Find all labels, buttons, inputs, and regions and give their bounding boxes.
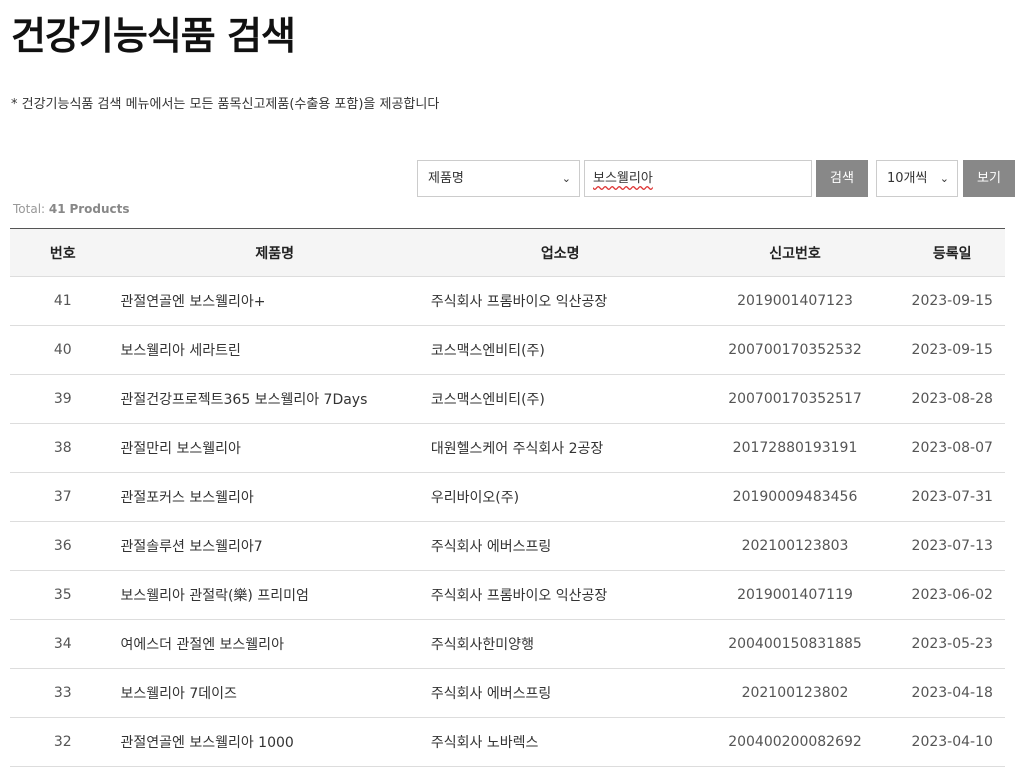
table-row[interactable]: 41 관절연골엔 보스웰리아+ 주식회사 프롬바이오 익산공장 20190014… — [10, 276, 1005, 326]
product-name-link[interactable]: 관절만리 보스웰리아 — [115, 423, 430, 473]
row-number: 32 — [10, 717, 116, 767]
report-number: 2019001407123 — [690, 276, 900, 326]
table-row[interactable]: 35 보스웰리아 관절락(樂) 프리미엄 주식회사 프롬바이오 익산공장 201… — [10, 570, 1005, 620]
search-field-select[interactable]: 제품명 ⌄ — [417, 160, 580, 197]
table-row[interactable]: 38 관절만리 보스웰리아 대원헬스케어 주식회사 2공장 2017288019… — [10, 423, 1005, 473]
company-name: 주식회사 에버스프링 — [429, 668, 691, 718]
reg-date: 2023-09-15 — [899, 325, 1005, 375]
report-number: 202100123802 — [690, 668, 900, 718]
company-name: 주식회사 프롬바이오 익산공장 — [429, 276, 691, 326]
total-count: Total: 41 Products — [13, 202, 130, 216]
row-number: 39 — [10, 374, 116, 424]
count-select-value: 10개씩 — [887, 171, 928, 186]
company-name: 주식회사 프롬바이오 익산공장 — [429, 570, 691, 620]
notice-text: * 건강기능식품 검색 메뉴에서는 모든 품목신고제품(수출용 포함)을 제공합… — [11, 97, 440, 112]
report-number: 202100123803 — [690, 521, 900, 571]
row-number: 33 — [10, 668, 116, 718]
count-select[interactable]: 10개씩 ⌄ — [876, 160, 958, 197]
results-table: 번호 제품명 업소명 신고번호 등록일 41 관절연골엔 보스웰리아+ 주식회사… — [10, 228, 1005, 767]
reg-date: 2023-04-10 — [899, 717, 1005, 767]
company-name: 코스맥스엔비티(주) — [429, 325, 691, 375]
header-number: 번호 — [10, 228, 116, 277]
company-name: 코스맥스엔비티(주) — [429, 374, 691, 424]
report-number: 200400150831885 — [690, 619, 900, 669]
total-suffix: Products — [69, 202, 130, 216]
chevron-down-icon: ⌄ — [561, 172, 571, 185]
header-report-number: 신고번호 — [690, 228, 900, 277]
total-prefix: Total: — [13, 202, 46, 216]
page-title: 건강기능식품 검색 — [11, 14, 296, 58]
product-name-link[interactable]: 보스웰리아 세라트린 — [115, 325, 430, 375]
report-number: 2019001407119 — [690, 570, 900, 620]
table-header-row: 번호 제품명 업소명 신고번호 등록일 — [10, 228, 1005, 277]
search-input-value: 보스웰리아 — [593, 171, 653, 186]
report-number: 200700170352532 — [690, 325, 900, 375]
reg-date: 2023-04-18 — [899, 668, 1005, 718]
table-row[interactable]: 32 관절연골엔 보스웰리아 1000 주식회사 노바렉스 2004002000… — [10, 717, 1005, 767]
search-field-select-value: 제품명 — [428, 171, 464, 186]
product-name-link[interactable]: 관절포커스 보스웰리아 — [115, 472, 430, 522]
row-number: 38 — [10, 423, 116, 473]
company-name: 주식회사 노바렉스 — [429, 717, 691, 767]
report-number: 20172880193191 — [690, 423, 900, 473]
page: 건강기능식품 검색 * 건강기능식품 검색 메뉴에서는 모든 품목신고제품(수출… — [0, 0, 1029, 772]
row-number: 36 — [10, 521, 116, 571]
product-name-link[interactable]: 관절건강프로젝트365 보스웰리아 7Days — [115, 374, 430, 424]
row-number: 40 — [10, 325, 116, 375]
report-number: 200400200082692 — [690, 717, 900, 767]
company-name: 대원헬스케어 주식회사 2공장 — [429, 423, 691, 473]
report-number: 200700170352517 — [690, 374, 900, 424]
reg-date: 2023-07-13 — [899, 521, 1005, 571]
table-row[interactable]: 36 관절솔루션 보스웰리아7 주식회사 에버스프링 202100123803 … — [10, 521, 1005, 571]
report-number: 20190009483456 — [690, 472, 900, 522]
table-row[interactable]: 37 관절포커스 보스웰리아 우리바이오(주) 20190009483456 2… — [10, 472, 1005, 522]
table-row[interactable]: 40 보스웰리아 세라트린 코스맥스엔비티(주) 200700170352532… — [10, 325, 1005, 375]
table-row[interactable]: 33 보스웰리아 7데이즈 주식회사 에버스프링 202100123802 20… — [10, 668, 1005, 718]
search-input[interactable]: 보스웰리아 — [584, 160, 812, 197]
company-name: 주식회사 에버스프링 — [429, 521, 691, 571]
product-name-link[interactable]: 관절연골엔 보스웰리아+ — [115, 276, 430, 326]
total-number: 41 — [48, 202, 66, 216]
company-name: 우리바이오(주) — [429, 472, 691, 522]
header-company: 업소명 — [429, 228, 691, 277]
header-product-name: 제품명 — [115, 228, 430, 277]
row-number: 35 — [10, 570, 116, 620]
table-row[interactable]: 39 관절건강프로젝트365 보스웰리아 7Days 코스맥스엔비티(주) 20… — [10, 374, 1005, 424]
view-button[interactable]: 보기 — [963, 160, 1015, 197]
reg-date: 2023-06-02 — [899, 570, 1005, 620]
product-name-link[interactable]: 보스웰리아 7데이즈 — [115, 668, 430, 718]
reg-date: 2023-08-28 — [899, 374, 1005, 424]
row-number: 41 — [10, 276, 116, 326]
reg-date: 2023-07-31 — [899, 472, 1005, 522]
reg-date: 2023-05-23 — [899, 619, 1005, 669]
company-name: 주식회사한미양행 — [429, 619, 691, 669]
reg-date: 2023-08-07 — [899, 423, 1005, 473]
search-button[interactable]: 검색 — [816, 160, 868, 197]
product-name-link[interactable]: 여에스더 관절엔 보스웰리아 — [115, 619, 430, 669]
row-number: 37 — [10, 472, 116, 522]
product-name-link[interactable]: 관절연골엔 보스웰리아 1000 — [115, 717, 430, 767]
chevron-down-icon: ⌄ — [939, 172, 949, 185]
header-reg-date: 등록일 — [899, 228, 1005, 277]
product-name-link[interactable]: 보스웰리아 관절락(樂) 프리미엄 — [115, 570, 430, 620]
product-name-link[interactable]: 관절솔루션 보스웰리아7 — [115, 521, 430, 571]
search-bar: 제품명 ⌄ 보스웰리아 검색 10개씩 ⌄ 보기 — [417, 160, 1015, 197]
row-number: 34 — [10, 619, 116, 669]
table-row[interactable]: 34 여에스더 관절엔 보스웰리아 주식회사한미양행 2004001508318… — [10, 619, 1005, 669]
reg-date: 2023-09-15 — [899, 276, 1005, 326]
